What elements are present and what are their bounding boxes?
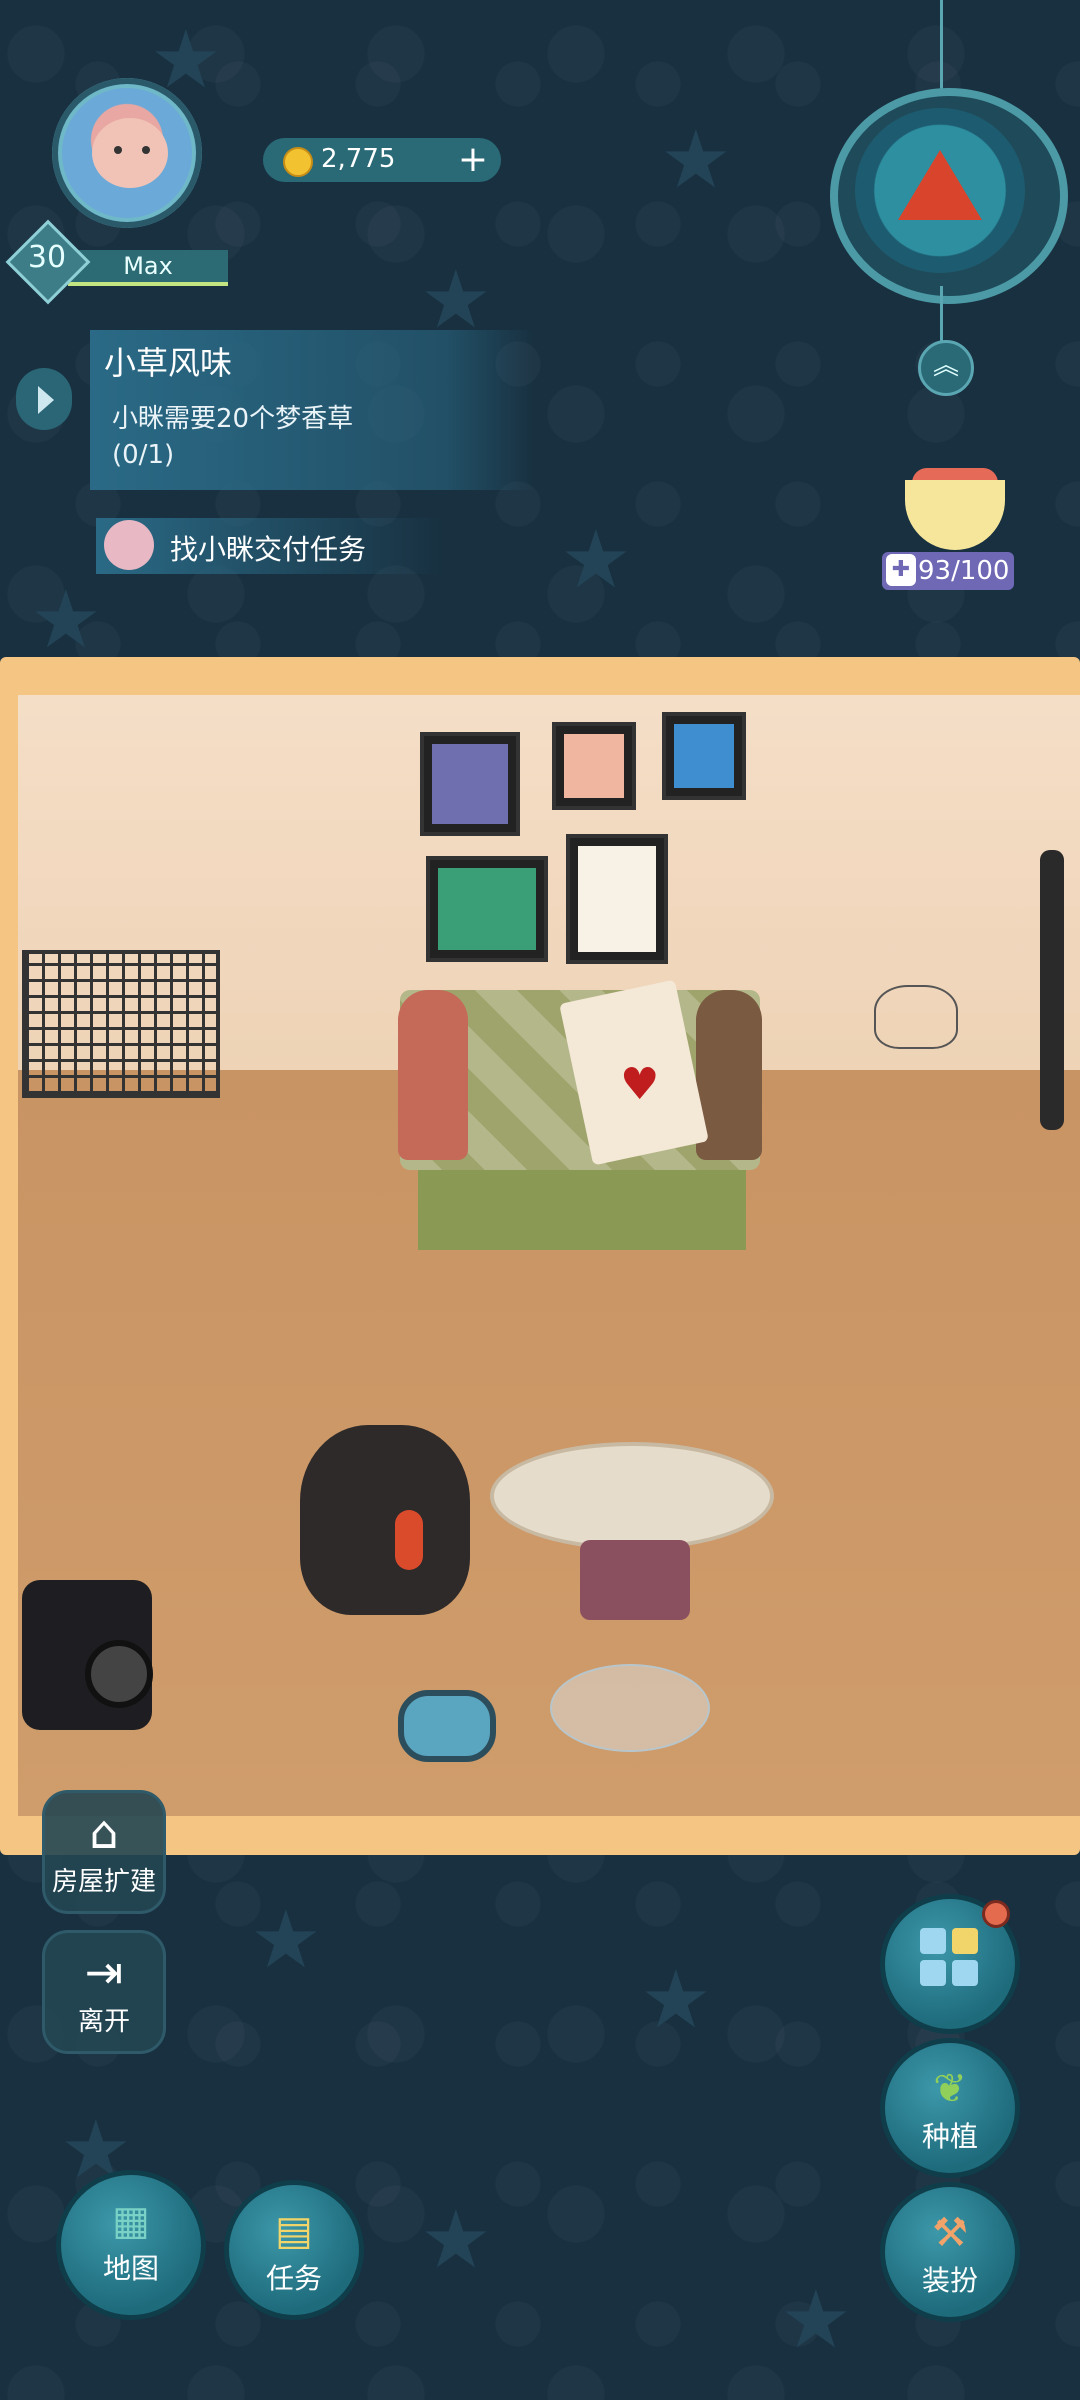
bean-chair[interactable] [300, 1425, 470, 1615]
sofa-drape-left [398, 990, 468, 1160]
player-avatar[interactable] [52, 78, 202, 228]
star-decoration: ★ [30, 573, 102, 666]
round-table[interactable] [490, 1442, 774, 1550]
wall-bag-sketch [874, 985, 958, 1049]
map-button[interactable]: ▦ 地图 [56, 2170, 206, 2320]
star-decoration: ★ [660, 113, 732, 206]
inventory-grid-icon [920, 1928, 980, 1988]
headphone-stand[interactable] [1040, 850, 1064, 1130]
cd-rack[interactable] [22, 950, 220, 1098]
plant-label: 种植 [921, 2120, 978, 2153]
wall-painting[interactable] [566, 834, 668, 964]
map-label: 地图 [102, 2252, 159, 2285]
energy-value: 93/100 [918, 556, 1010, 586]
add-coins-button[interactable]: + [455, 142, 491, 178]
house-expand-button[interactable]: ⌂ 房屋扩建 [42, 1790, 166, 1914]
notification-dot [982, 1900, 1010, 1928]
dress-up-label: 装扮 [921, 2264, 978, 2297]
quest-toggle-button[interactable] [16, 368, 72, 430]
star-decoration: ★ [640, 1953, 712, 2046]
tasks-button[interactable]: ▤ 任务 [224, 2180, 364, 2320]
tasks-label: 任务 [265, 2262, 322, 2295]
table-legs [580, 1540, 690, 1620]
quest-description: 小眯需要20个梦香草 [112, 404, 354, 434]
wall-painting[interactable] [662, 712, 746, 800]
chevron-up-icon[interactable]: ︽ [918, 340, 974, 396]
exit-icon: ⇥ [84, 1945, 124, 1999]
star-decoration: ★ [250, 1893, 322, 1986]
clipboard-icon: ▤ [275, 2208, 313, 2254]
star-decoration: ★ [420, 253, 492, 346]
quest-title: 小草风味 [104, 344, 233, 382]
hanging-chain [940, 286, 943, 342]
sofa-base [418, 1170, 746, 1250]
plant-button[interactable]: ❦ 种植 [880, 2038, 1020, 2178]
house-expand-label: 房屋扩建 [51, 1867, 156, 1897]
leave-button[interactable]: ⇥ 离开 [42, 1930, 166, 2054]
deliver-task-label: 找小眯交付任务 [170, 533, 367, 566]
speaker-cone [85, 1640, 153, 1708]
coin-amount: 2,775 [321, 144, 396, 174]
hammer-icon: ⚒ [932, 2210, 968, 2256]
wall-painting[interactable] [426, 856, 548, 962]
player-level: 30 [27, 240, 67, 275]
stool[interactable] [398, 1690, 496, 1762]
sprout-icon: ❦ [933, 2066, 967, 2112]
pyramid-icon [898, 150, 982, 220]
heart-icon: ♥ [620, 1059, 660, 1110]
map-icon: ▦ [112, 2198, 150, 2244]
wall-painting[interactable] [552, 722, 636, 810]
hanging-chain [940, 0, 943, 92]
player-name: Max [68, 250, 228, 286]
wall-painting[interactable] [420, 732, 520, 836]
avatar-image [62, 88, 192, 218]
energy-icon: ✚ [886, 554, 916, 586]
leave-label: 离开 [77, 2007, 130, 2037]
dress-up-button[interactable]: ⚒ 装扮 [880, 2182, 1020, 2322]
star-decoration: ★ [780, 2273, 852, 2366]
coin-icon [283, 147, 313, 177]
house-info-icon: ⌂ [89, 1805, 119, 1859]
star-decoration: ★ [420, 2193, 492, 2286]
chair-accent [395, 1510, 423, 1570]
coin-counter: 2,775 + [263, 138, 501, 182]
npc-portrait-icon [104, 520, 154, 570]
glass-side-table[interactable] [550, 1664, 710, 1752]
quest-progress: (0/1) [112, 440, 175, 470]
star-decoration: ★ [560, 513, 632, 606]
